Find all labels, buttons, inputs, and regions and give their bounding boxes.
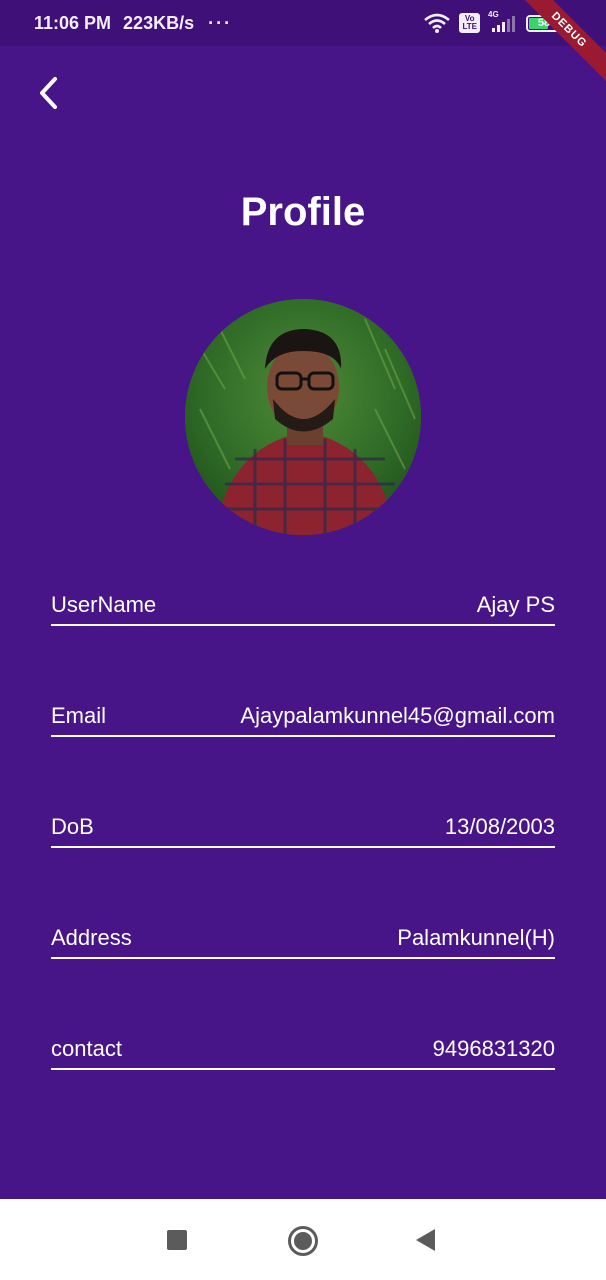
status-time: 11:06 PM	[34, 12, 112, 33]
wifi-icon	[424, 13, 451, 33]
field-label: Address	[51, 925, 132, 950]
field-username: UserName Ajay PS	[51, 586, 555, 626]
field-value: Ajay PS	[476, 592, 555, 617]
field-value: 9496831320	[432, 1036, 555, 1061]
field-label: contact	[51, 1036, 122, 1061]
status-left: 11:06 PM 223KB/s ···	[34, 13, 232, 34]
field-dob: DoB 13/08/2003	[51, 808, 555, 848]
chevron-left-icon	[40, 77, 57, 109]
signal-icon: 4G	[488, 10, 518, 34]
field-value: 13/08/2003	[444, 814, 555, 839]
field-label: Email	[51, 703, 107, 728]
field-contact: contact 9496831320	[51, 1030, 555, 1070]
circle-icon[interactable]	[288, 1226, 318, 1256]
field-email: Email Ajaypalamkunnel45@gmail.com	[51, 697, 555, 737]
field-value: Ajaypalamkunnel45@gmail.com	[240, 703, 555, 728]
field-value: Palamkunnel(H)	[397, 925, 555, 950]
profile-screen: 11:06 PM 223KB/s ··· Vo LTE 4G 58 DEBUG …	[0, 0, 606, 1280]
status-speed: 223KB/s	[123, 12, 195, 33]
square-icon[interactable]	[167, 1230, 187, 1250]
field-label: DoB	[51, 814, 94, 839]
page-title: Profile	[240, 190, 366, 234]
volte-icon: Vo LTE	[459, 13, 480, 33]
profile-avatar	[185, 299, 421, 535]
field-address: Address Palamkunnel(H)	[51, 919, 555, 959]
triangle-back-icon[interactable]	[416, 1229, 435, 1251]
avatar-image	[185, 299, 421, 535]
system-nav-bar	[0, 1199, 606, 1280]
field-label: UserName	[51, 592, 157, 617]
back-button[interactable]	[28, 70, 68, 116]
status-bar: 11:06 PM 223KB/s ··· Vo LTE 4G 58	[0, 0, 606, 46]
status-more: ···	[208, 12, 233, 33]
network-type: 4G	[488, 10, 499, 19]
